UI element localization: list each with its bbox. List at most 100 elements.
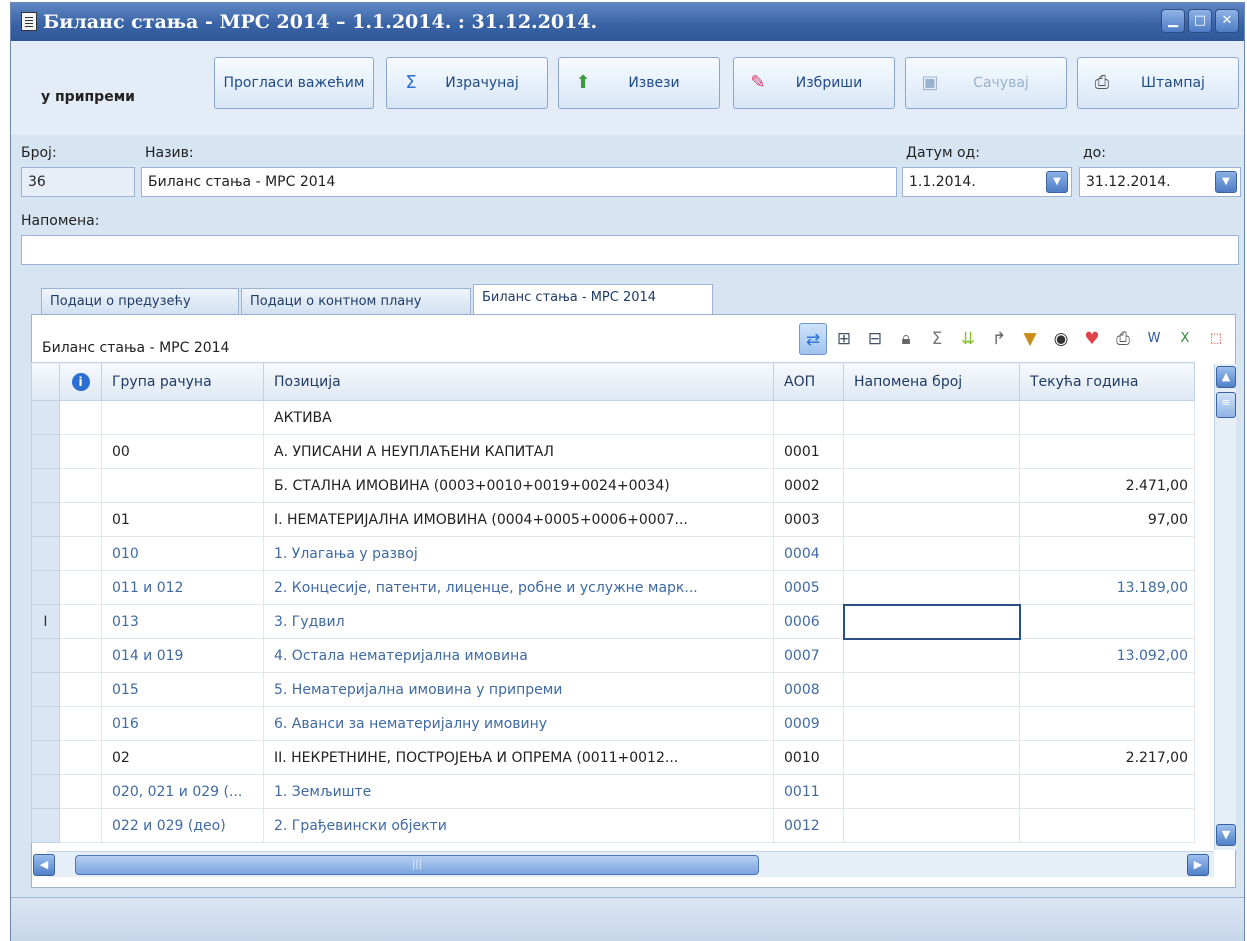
cell-current-year[interactable]: 97,00 [1019, 502, 1195, 537]
pdf-export-icon[interactable]: ⬚ [1202, 323, 1230, 355]
word-export-icon[interactable]: W [1140, 323, 1168, 355]
export-button[interactable]: ⬆ Извези [558, 57, 720, 109]
cell-current-year[interactable] [1019, 672, 1195, 707]
close-button[interactable]: ✕ [1215, 9, 1239, 33]
cell-position[interactable]: А. УПИСАНИ А НЕУПЛАЋЕНИ КАПИТАЛ [263, 434, 774, 469]
cell-group[interactable]: 020, 021 и 029 (... [101, 774, 264, 809]
row-selector[interactable] [31, 502, 60, 537]
row-selector[interactable] [31, 570, 60, 605]
sum-icon[interactable]: Σ [923, 323, 951, 355]
info-column-header[interactable]: i [59, 362, 102, 401]
cell-position[interactable]: II. НЕКРЕТНИНЕ, ПОСТРОЈЕЊА И ОПРЕМА (001… [263, 740, 774, 775]
table-row[interactable]: 015 5. Нематеријална имовина у припреми 00… [31, 672, 1195, 707]
cell-group[interactable]: 02 [101, 740, 264, 775]
column-header-note-number[interactable]: Напомена број [843, 362, 1020, 401]
chevron-down-icon[interactable]: ▼ [1046, 171, 1068, 193]
table-row[interactable]: Б. СТАЛНА ИМОВИНА (0003+0010+0019+0024+0… [31, 468, 1195, 503]
minimize-button[interactable]: ▁ [1161, 9, 1185, 33]
cell-aop[interactable]: 0012 [773, 808, 844, 843]
table-row[interactable]: 016 6. Аванси за нематеријалну имовину 000… [31, 706, 1195, 741]
cell-aop[interactable] [773, 400, 844, 435]
cell-group[interactable]: 016 [101, 706, 264, 741]
cell-group[interactable] [101, 468, 264, 503]
cell-current-year[interactable]: 13.092,00 [1019, 638, 1195, 673]
column-header-group[interactable]: Група рачуна [101, 362, 264, 401]
cell-group[interactable]: 015 [101, 672, 264, 707]
cell-group[interactable]: 014 и 019 [101, 638, 264, 673]
column-header-position[interactable]: Позиција [263, 362, 774, 401]
chevron-left-icon[interactable]: ◀ [33, 854, 55, 876]
cell-note-number[interactable] [843, 672, 1020, 707]
row-selector[interactable] [31, 400, 60, 435]
cell-aop[interactable]: 0010 [773, 740, 844, 775]
cell-position[interactable]: Б. СТАЛНА ИМОВИНА (0003+0010+0019+0024+0… [263, 468, 774, 503]
number-field[interactable]: 36 [21, 167, 135, 197]
filter-icon[interactable]: ▼ [1016, 323, 1044, 355]
cell-note-number[interactable] [843, 638, 1020, 673]
horizontal-scrollbar[interactable]: ◀ ||| ▶ [33, 851, 1214, 877]
row-selector[interactable] [31, 808, 60, 843]
cell-note-number[interactable] [843, 740, 1020, 775]
cell-position[interactable]: I. НЕМАТЕРИЈАЛНА ИМОВИНА (0004+0005+0006… [263, 502, 774, 537]
cell-note-number[interactable] [843, 536, 1020, 571]
table-row[interactable]: I 013 3. Гудвил 0006 [31, 603, 1195, 640]
cell-position[interactable]: 4. Остала нематеријална имовина [263, 638, 774, 673]
cell-group[interactable]: 01 [101, 502, 264, 537]
tab-balance-sheet[interactable]: Биланс стања - МРС 2014 [473, 284, 713, 315]
cell-position[interactable]: 3. Гудвил [263, 604, 774, 639]
print-icon[interactable]: ⎙ [1109, 323, 1137, 355]
cell-aop[interactable]: 0007 [773, 638, 844, 673]
row-selector[interactable] [31, 774, 60, 809]
print-button[interactable]: ⎙ Штампај [1077, 57, 1239, 109]
declare-valid-button[interactable]: Прогласи важећим [214, 57, 374, 109]
delete-button[interactable]: ✎ Избриши [733, 57, 895, 109]
cell-current-year[interactable] [1019, 434, 1195, 469]
cell-current-year[interactable]: 2.471,00 [1019, 468, 1195, 503]
cell-current-year[interactable] [1019, 808, 1195, 843]
maximize-button[interactable]: □ [1188, 9, 1212, 33]
column-header-aop[interactable]: АОП [773, 362, 844, 401]
tab-company-data[interactable]: Подаци о предузећу [41, 288, 239, 314]
cell-aop[interactable]: 0002 [773, 468, 844, 503]
cell-position[interactable]: 1. Земљиште [263, 774, 774, 809]
row-selector[interactable]: I [31, 604, 60, 639]
scroll-thumb[interactable]: ||| [75, 855, 759, 875]
tab-chart-of-accounts[interactable]: Подаци о контном плану [241, 288, 471, 314]
cell-aop[interactable]: 0001 [773, 434, 844, 469]
cell-position[interactable]: 6. Аванси за нематеријалну имовину [263, 706, 774, 741]
row-selector[interactable] [31, 536, 60, 571]
calculate-button[interactable]: Σ Израчунај [386, 57, 548, 109]
redirect-icon[interactable]: ↱ [985, 323, 1013, 355]
cell-group[interactable]: 00 [101, 434, 264, 469]
cell-current-year[interactable] [1019, 774, 1195, 809]
table-row[interactable]: 020, 021 и 029 (... 1. Земљиште 0011 [31, 774, 1195, 809]
chevron-right-icon[interactable]: ▶ [1187, 854, 1209, 876]
cell-position[interactable]: 2. Концесије, патенти, лиценце, робне и … [263, 570, 774, 605]
date-to-field[interactable]: 31.12.2014. ▼ [1079, 167, 1241, 197]
cell-position[interactable]: АКТИВА [263, 400, 774, 435]
add-row-icon[interactable]: ⊞ [830, 323, 858, 355]
excel-export-icon[interactable]: X [1171, 323, 1199, 355]
note-field[interactable] [21, 235, 1239, 265]
save-button[interactable]: ▣ Сачувај [905, 57, 1067, 109]
row-selector[interactable] [31, 468, 60, 503]
remove-row-icon[interactable]: ⊟ [861, 323, 889, 355]
cell-current-year[interactable] [1019, 400, 1195, 435]
title-bar[interactable]: Биланс стања - МРС 2014 – 1.1.2014. : 31… [11, 3, 1244, 41]
cell-aop[interactable]: 0006 [773, 604, 844, 639]
cell-note-number[interactable] [843, 434, 1020, 469]
cell-group[interactable] [101, 400, 264, 435]
table-row[interactable]: 022 и 029 (део) 2. Грађевински објекти 001… [31, 808, 1195, 843]
chevron-down-icon[interactable]: ▼ [1215, 171, 1237, 193]
cell-aop[interactable]: 0008 [773, 672, 844, 707]
cell-group[interactable]: 013 [101, 604, 264, 639]
chevron-down-icon[interactable]: ▼ [1216, 824, 1236, 846]
column-header-current-year[interactable]: Текућа година [1019, 362, 1195, 401]
cell-current-year[interactable]: 13.189,00 [1019, 570, 1195, 605]
eye-icon[interactable]: ◉ [1047, 323, 1075, 355]
row-selector[interactable] [31, 672, 60, 707]
cell-current-year[interactable] [1019, 604, 1195, 639]
table-row[interactable]: 02 II. НЕКРЕТНИНЕ, ПОСТРОЈЕЊА И ОПРЕМА (0… [31, 740, 1195, 775]
row-selector[interactable] [31, 706, 60, 741]
row-selector[interactable] [31, 740, 60, 775]
